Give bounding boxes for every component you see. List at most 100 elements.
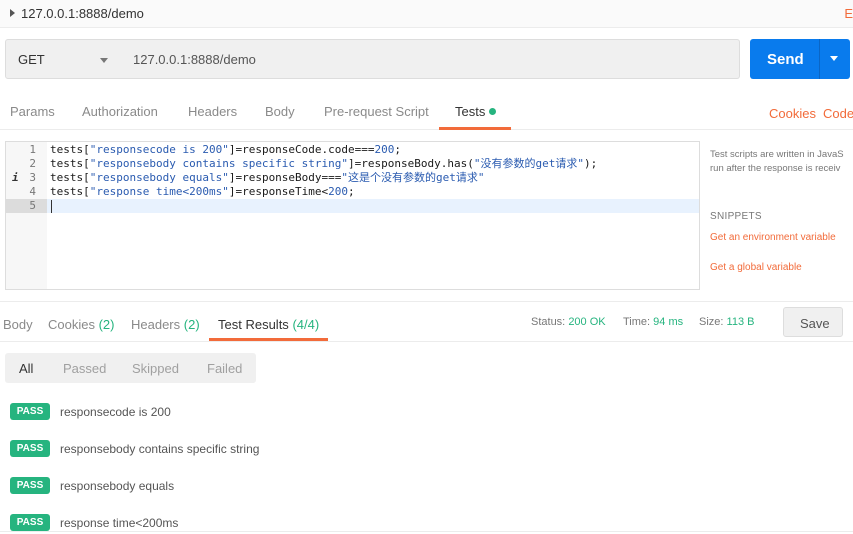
test-results-count: (4/4): [292, 317, 320, 332]
tab-body[interactable]: Body: [265, 104, 295, 119]
code-line[interactable]: 5: [6, 199, 699, 213]
code-line[interactable]: 4 tests["response time<200ms"]=responseTi…: [6, 185, 699, 199]
code-line[interactable]: 1 tests["responsecode is 200"]=responseCo…: [6, 143, 699, 157]
line-number: 5: [6, 199, 47, 213]
pass-badge: PASS: [10, 514, 50, 531]
description-line: run after the response is receiv: [710, 163, 841, 174]
filter-passed[interactable]: Passed: [63, 361, 106, 376]
tab-authorization[interactable]: Authorization: [82, 104, 158, 119]
method-label: GET: [18, 52, 45, 67]
cookies-count: (2): [98, 317, 115, 332]
result-name: response time<200ms: [60, 516, 179, 530]
send-label: Send: [767, 51, 804, 68]
tab-pre-request-script[interactable]: Pre-request Script: [324, 104, 429, 119]
code-token: ]=responseBody.has(: [348, 157, 474, 170]
code-literal: 200: [374, 143, 395, 156]
code-token: ]=responseBody===: [228, 171, 342, 184]
tab-response-cookies[interactable]: Cookies (2): [48, 317, 114, 332]
size-info: Size: 113 B: [699, 316, 754, 328]
status-info: Status: 200 OK: [531, 316, 606, 328]
text-cursor: [51, 200, 52, 213]
status-value: 200 OK: [568, 316, 606, 328]
code-token: tests[: [50, 185, 90, 198]
result-name: responsecode is 200: [60, 405, 171, 419]
code-line[interactable]: 2 tests["responsebody contains specific s…: [6, 157, 699, 171]
code-token: tests[: [50, 171, 90, 184]
description-line: Test scripts are written in JavaS: [710, 149, 844, 160]
code-literal: 200: [328, 185, 349, 198]
line-number: 3: [29, 171, 36, 184]
code-token: ;: [348, 185, 355, 198]
code-line[interactable]: 3 i tests["responsebody equals"]=responseB…: [6, 171, 699, 185]
tests-editor[interactable]: 1 tests["responsecode is 200"]=responseCo…: [5, 141, 700, 290]
line-number: 2: [29, 157, 36, 170]
tab-tests-label: Tests: [455, 104, 486, 119]
tab-headers-label: Headers: [131, 317, 181, 332]
pane-divider[interactable]: [0, 301, 853, 302]
code-token: );: [584, 157, 598, 170]
tab-response-headers[interactable]: Headers (2): [131, 317, 200, 332]
code-literal: "responsebody contains specific string": [89, 157, 349, 170]
info-marker-icon[interactable]: i: [12, 171, 19, 185]
chevron-down-icon: [100, 58, 108, 63]
result-filters: All Passed Skipped Failed: [5, 353, 256, 383]
save-response-button[interactable]: Save: [783, 307, 843, 337]
code-token: ]=responseTime<: [228, 185, 329, 198]
url-input[interactable]: 127.0.0.1:8888/demo: [121, 39, 740, 79]
send-button[interactable]: Send: [750, 39, 850, 79]
cookies-link[interactable]: Cookies: [769, 106, 816, 121]
result-name: responsebody contains specific string: [60, 442, 260, 456]
status-label: Status:: [531, 316, 566, 328]
send-options-chevron-icon[interactable]: [830, 56, 838, 61]
code-text: tests["response time<200ms"]=responseTim…: [50, 185, 355, 199]
pass-badge: PASS: [10, 403, 50, 420]
active-tab-underline: [439, 127, 511, 130]
code-literal: "responsebody equals": [89, 171, 229, 184]
tab-response-body[interactable]: Body: [3, 317, 33, 332]
line-number: 1: [29, 143, 36, 156]
tab-test-results-label: Test Results: [218, 317, 289, 332]
bottom-border: [0, 531, 853, 532]
tab-test-results[interactable]: Test Results (4/4): [218, 317, 319, 332]
time-info: Time: 94 ms: [623, 316, 683, 328]
filter-failed[interactable]: Failed: [207, 361, 242, 376]
filter-all[interactable]: All: [19, 361, 33, 376]
snippet-get-global-variable[interactable]: Get a global variable: [710, 262, 802, 273]
request-tabs: Params Authorization Headers Body Pre-re…: [0, 96, 853, 130]
pass-badge: PASS: [10, 477, 50, 494]
code-literal: "response time<200ms": [89, 185, 229, 198]
tab-tests[interactable]: Tests: [455, 104, 497, 119]
postman-window: 127.0.0.1:8888/demo E GET 127.0.0.1:8888…: [0, 0, 853, 534]
snippets-heading: SNIPPETS: [710, 211, 762, 222]
save-label: Save: [800, 316, 830, 331]
size-value: 113 B: [726, 316, 755, 328]
snippet-get-environment-variable[interactable]: Get an environment variable: [710, 232, 836, 243]
tests-active-dot-icon: [489, 108, 497, 115]
code-text: tests["responsebody equals"]=responseBod…: [50, 171, 485, 185]
result-name: responsebody equals: [60, 479, 175, 493]
code-literal: "responsecode is 200": [89, 143, 229, 156]
collapse-caret-icon[interactable]: [10, 9, 15, 17]
pass-badge: PASS: [10, 440, 50, 457]
code-text: tests["responsecode is 200"]=responseCod…: [50, 143, 401, 157]
code-literal: "没有参数的get请求": [473, 157, 584, 170]
code-literal: "这是个没有参数的get请求": [341, 171, 485, 184]
request-title[interactable]: 127.0.0.1:8888/demo: [21, 6, 144, 21]
tab-headers[interactable]: Headers: [188, 104, 237, 119]
code-token: tests[: [50, 157, 90, 170]
method-select[interactable]: GET: [5, 39, 122, 79]
code-link[interactable]: Code: [823, 106, 853, 121]
tab-cookies-label: Cookies: [48, 317, 95, 332]
tab-params[interactable]: Params: [10, 104, 55, 119]
send-divider: [819, 39, 820, 79]
examples-link[interactable]: E: [844, 6, 853, 21]
headers-count: (2): [183, 317, 200, 332]
code-text: tests["responsebody contains specific st…: [50, 157, 597, 171]
code-token: ;: [394, 143, 402, 156]
request-title-bar: 127.0.0.1:8888/demo E: [0, 0, 853, 28]
code-token: ]=responseCode.code===: [228, 143, 375, 156]
tests-description: Test scripts are written in JavaS run af…: [710, 148, 853, 176]
filter-skipped[interactable]: Skipped: [132, 361, 179, 376]
url-value: 127.0.0.1:8888/demo: [133, 52, 256, 67]
code-token: tests[: [50, 143, 90, 156]
